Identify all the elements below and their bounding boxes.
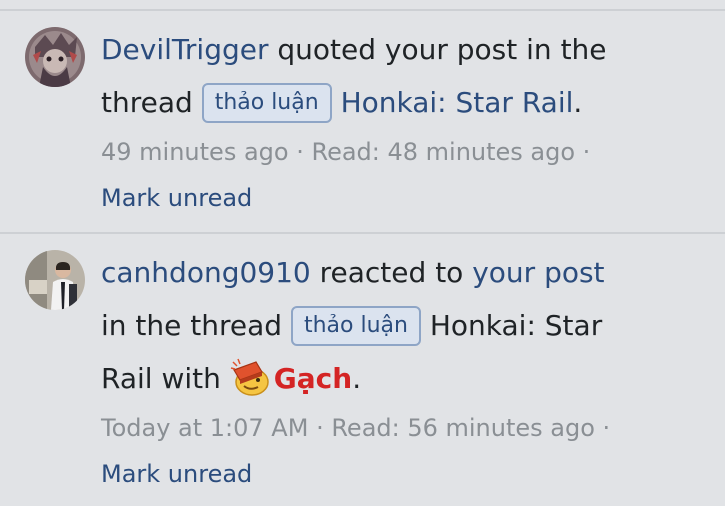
action-text: quoted your post in the — [268, 33, 607, 66]
username-link[interactable]: DevilTrigger — [101, 33, 268, 66]
mark-unread-link[interactable]: Mark unread — [101, 451, 252, 497]
period: . — [352, 362, 362, 395]
period: . — [573, 86, 583, 119]
time-ago: 49 minutes ago — [101, 138, 289, 166]
avatar-canhdong0910[interactable] — [25, 250, 85, 310]
time-ago: Today at 1:07 AM — [101, 414, 309, 442]
top-divider — [0, 9, 725, 11]
reaction-name: Gạch — [273, 362, 353, 395]
notification-1-meta: 49 minutes ago · Read: 48 minutes ago · — [101, 129, 711, 175]
your-post-link[interactable]: your post — [472, 256, 604, 289]
notification-2-line1: canhdong0910 reacted to your post — [101, 246, 711, 299]
mark-unread-link[interactable]: Mark unread — [101, 175, 252, 221]
username-link[interactable]: canhdong0910 — [101, 256, 311, 289]
notification-2-line3: Rail with Gạch. — [101, 352, 711, 405]
notification-1-line1: DevilTrigger quoted your post in the — [101, 23, 711, 76]
thread-tag[interactable]: thảo luận — [290, 306, 421, 346]
notification-1: DevilTrigger quoted your post in the thr… — [101, 23, 711, 221]
thread-tag[interactable]: thảo luận — [201, 83, 332, 123]
notification-1-line2: thread thảo luận Honkai: Star Rail. — [101, 76, 711, 129]
notification-2-meta: Today at 1:07 AM · Read: 56 minutes ago … — [101, 405, 711, 451]
with-text: with — [152, 362, 230, 395]
action-text: reacted to — [310, 256, 473, 289]
thread-title-part2: Rail — [101, 362, 153, 395]
avatar-deviltrigger[interactable] — [25, 27, 85, 87]
notification-2: canhdong0910 reacted to your post in the… — [101, 246, 711, 497]
thread-title-part1: Honkai: Star — [420, 309, 603, 342]
thread-prefix: in the thread — [101, 309, 291, 342]
gach-brick-icon — [230, 358, 270, 396]
read-status: · Read: 56 minutes ago · — [308, 414, 611, 442]
thread-title-link[interactable]: Honkai: Star Rail — [332, 86, 574, 119]
read-status: · Read: 48 minutes ago · — [288, 138, 591, 166]
notification-divider — [0, 232, 725, 234]
thread-prefix: thread — [101, 86, 202, 119]
notification-2-line2: in the thread thảo luận Honkai: Star — [101, 299, 711, 352]
